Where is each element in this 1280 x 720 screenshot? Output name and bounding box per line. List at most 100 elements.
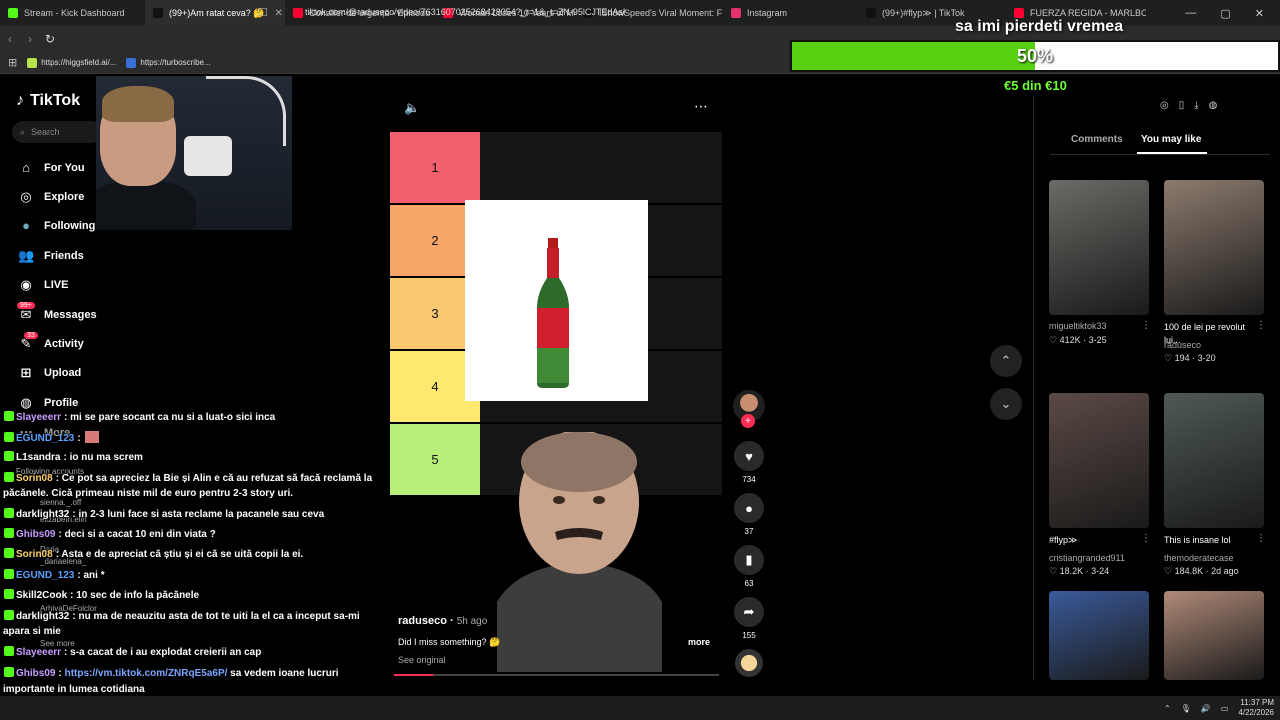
tiktok-icon: ♪ [16,92,24,109]
download-icon[interactable]: ⤓ [1194,100,1198,111]
sidebar-item-for-you[interactable]: ⌂ For You [18,160,84,175]
chat-username[interactable]: darklight32 [16,509,69,520]
close-icon[interactable]: ✕ [1255,7,1264,20]
kick-badge-icon [4,411,14,421]
chat-username[interactable]: Slayeeerr [16,647,61,658]
chat-text: : [58,668,62,679]
chat-username[interactable]: L1sandra [16,452,60,463]
chevron-up-icon[interactable]: ⌃ [1164,704,1171,713]
chat-message: Sorin08: Ce pot sa apreciez la Bie și Al… [4,472,372,484]
minimize-icon[interactable]: — [1185,7,1196,19]
more-options-icon[interactable]: ⋯ [694,98,708,115]
chat-username[interactable]: EGUND_123 [16,570,74,581]
more-options-icon[interactable]: ⋮ [1256,320,1266,331]
back-icon[interactable]: ‹ [0,32,20,46]
comment-icon: ● [734,493,764,523]
profile-icon: ◍ [20,395,32,410]
browser-tab[interactable]: Stream - Kick Dashboard [0,0,145,26]
user-avatar[interactable]: ◍ [1209,100,1218,111]
bookmark-icon: ▮ [734,545,764,575]
more-options-icon[interactable]: ⋮ [1256,533,1266,544]
video-author[interactable]: raduseco · 5h ago [398,615,487,627]
panel-icons: ◎ ▯ ⤓ ◍ [1160,100,1217,111]
suggested-video-title[interactable]: #flyp≫ [1049,534,1149,547]
browser-tab[interactable]: Instagram [723,0,858,26]
follow-plus-icon[interactable]: + [741,414,755,428]
chat-text: : io nu ma screm [63,452,143,463]
chat-username[interactable]: Ghibs09 [16,529,55,540]
upload-icon: ⊞ [20,365,32,380]
tiktok-logo[interactable]: ♪ TikTok [16,92,80,110]
more-options-icon[interactable]: ⋮ [1141,533,1151,544]
maximize-icon[interactable]: ▢ [1220,7,1230,20]
bookmark-item[interactable]: https://higgsfield.ai/... [27,57,116,68]
suggested-video-author[interactable]: cristiangranded911 [1049,553,1149,563]
bookmark-item[interactable]: https://turboscribe... [126,57,211,68]
system-tray: ⌃ 🎙 🔊 ▭ 11:37 PM 4/22/2026 [1164,696,1274,720]
tab-comments[interactable]: Comments [1071,134,1123,145]
chat-username[interactable]: Sorin08 [16,473,53,484]
suggested-video-thumbnail[interactable] [1164,180,1264,315]
following-account[interactable]: sienna._.off [40,498,81,507]
kick-badge-icon [4,528,14,538]
compass-icon[interactable]: ◎ [1160,100,1169,111]
phone-icon[interactable]: ▯ [1179,100,1185,111]
chat-username[interactable]: Slayeeerr [16,412,61,423]
chat-username[interactable]: Skill2Cook [16,590,67,601]
sidebar-item-live[interactable]: ◉ LIVE [18,277,68,293]
comment-button[interactable]: ● 37 [734,493,764,536]
bookmark-icon[interactable]: ☐ [258,6,268,19]
suggested-video-thumbnail[interactable] [1049,180,1149,315]
chat-text: : Ce pot sa apreciez la Bie și Alin e că… [55,473,373,484]
close-tab-icon[interactable]: ✕ [275,8,283,19]
music-disc-icon[interactable] [735,649,763,677]
tab-favicon-icon [731,8,741,18]
suggested-video-thumbnail[interactable] [1164,393,1264,528]
tab-you-may-like[interactable]: You may like [1141,134,1201,145]
volume-icon[interactable]: 🔊 [1201,704,1211,713]
chat-username[interactable]: EGUND_123 [16,433,74,444]
network-icon[interactable]: ▭ [1221,704,1229,713]
kick-badge-icon [4,508,14,518]
suggested-video-author[interactable]: raduseco [1164,340,1264,350]
save-button[interactable]: ▮ 63 [734,545,764,588]
tier-row: 1 [390,132,722,204]
sidebar-item-friends[interactable]: 👥 Friends [18,248,84,264]
forward-icon[interactable]: › [20,32,40,46]
suggested-video-thumbnail[interactable] [1049,393,1149,528]
volume-icon[interactable]: 🔈 [404,100,420,116]
chat-text: : mi se pare socant ca nu si a luat-o si… [64,412,276,423]
like-button[interactable]: ♥ 734 [734,441,764,484]
suggested-video-thumbnail[interactable] [1049,591,1149,680]
kick-badge-icon [4,432,14,442]
suggested-video-author[interactable]: migueltiktok33 [1049,321,1149,331]
window-controls: — ▢ ✕ [1185,0,1280,26]
sidebar-item-upload[interactable]: ⊞ Upload [18,365,82,381]
sidebar-item-following[interactable]: ● Following [18,218,95,233]
sidebar-item-profile[interactable]: ◍ Profile [18,395,78,411]
sidebar-item-explore[interactable]: ◎ Explore [18,189,84,205]
suggested-video-thumbnail[interactable] [1164,591,1264,680]
next-video-button[interactable]: ⌄ [990,388,1022,420]
apps-icon[interactable]: ⊞ [8,56,17,69]
reload-icon[interactable]: ↻ [40,32,60,46]
suggested-video-title[interactable]: This is insane lol [1164,534,1264,547]
chat-message: importante in lumea cotidiana [3,684,145,695]
share-button[interactable]: ➦ 155 [734,597,764,640]
video-progress-bar[interactable] [394,674,719,676]
chat-username[interactable]: Ghibs09 [16,668,55,679]
chat-link[interactable]: https://vm.tiktok.com/ZNRqE5a6P/ [65,668,228,679]
clock[interactable]: 11:37 PM 4/22/2026 [1238,698,1274,718]
chat-username[interactable]: Sorin08 [16,549,53,560]
mic-icon[interactable]: 🎙 [1181,704,1191,713]
suggested-video-author[interactable]: themoderatecase [1164,553,1264,563]
chat-username[interactable]: darklight32 [16,611,69,622]
previous-video-button[interactable]: ⌃ [990,345,1022,377]
more-options-icon[interactable]: ⋮ [1141,320,1151,331]
see-original-link[interactable]: See original [398,655,446,665]
chat-message: apara si mie [3,626,61,637]
url-field[interactable]: tiktok.com/@raduseco/video/7631607025268… [305,7,625,17]
search-input[interactable]: ⌕ Search [12,121,102,143]
description-more-button[interactable]: more [688,637,710,647]
sidebar-item-messages[interactable]: ✉ Messages [18,307,97,323]
